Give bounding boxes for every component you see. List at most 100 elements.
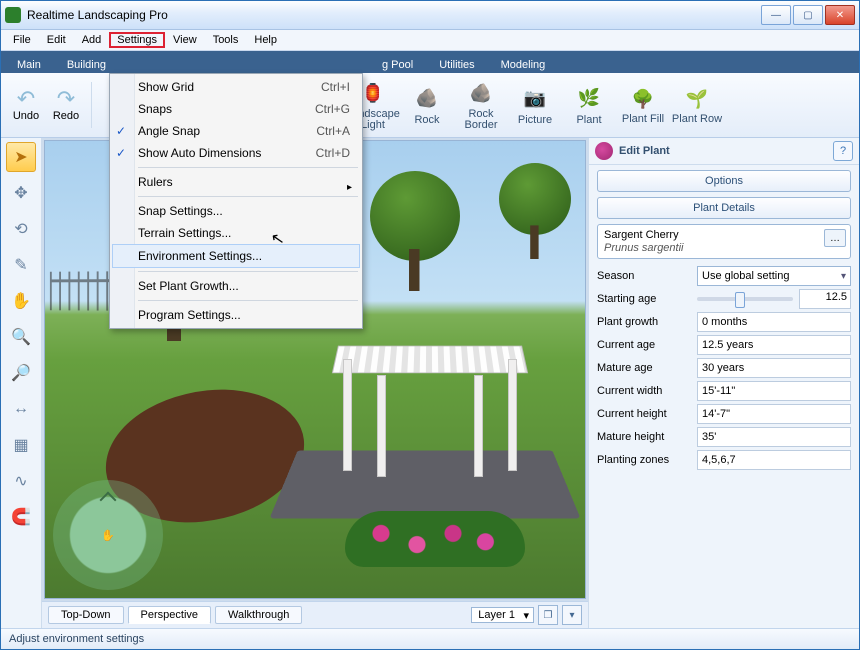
navigation-compass[interactable]: ✋ bbox=[53, 480, 163, 590]
menu-help[interactable]: Help bbox=[246, 32, 285, 48]
maximize-button[interactable]: ▢ bbox=[793, 5, 823, 25]
field-current-age: 12.5 years bbox=[697, 335, 851, 355]
plant-common-name: Sargent Cherry bbox=[604, 229, 844, 241]
field-starting-age: 12.5 bbox=[697, 289, 851, 309]
field-current-width: 15'-11" bbox=[697, 381, 851, 401]
tool-dimension[interactable]: ↔ bbox=[6, 394, 36, 424]
menu-edit[interactable]: Edit bbox=[39, 32, 74, 48]
window-title: Realtime Landscaping Pro bbox=[27, 8, 759, 22]
menu-tools[interactable]: Tools bbox=[205, 32, 247, 48]
tab-building[interactable]: Building bbox=[55, 57, 118, 73]
app-window: Realtime Landscaping Pro — ▢ ✕ File Edit… bbox=[0, 0, 860, 650]
menu-file[interactable]: File bbox=[5, 32, 39, 48]
tool-orbit[interactable]: 🔎 bbox=[6, 358, 36, 388]
view-walkthrough[interactable]: Walkthrough bbox=[215, 606, 302, 624]
category-tabs: Main Building g Pool Utilities Modeling bbox=[1, 51, 859, 73]
ribbon-picture[interactable]: 📷Picture bbox=[508, 78, 562, 132]
tool-move[interactable]: ✥ bbox=[6, 178, 36, 208]
layer-dropdown-button[interactable]: ▾ bbox=[562, 605, 582, 625]
tab-main[interactable]: Main bbox=[5, 57, 53, 73]
field-mature-height[interactable]: 35' bbox=[697, 427, 851, 447]
rock-icon: 🪨 bbox=[413, 85, 441, 113]
title-bar: Realtime Landscaping Pro — ▢ ✕ bbox=[1, 1, 859, 30]
menu-item-angle-snap[interactable]: ✓Angle SnapCtrl+A bbox=[112, 120, 360, 142]
lamp-icon: 🏮 bbox=[359, 80, 387, 108]
view-top-down[interactable]: Top-Down bbox=[48, 606, 124, 624]
label-current-age: Current age bbox=[597, 339, 693, 351]
field-plant-growth[interactable]: 0 months bbox=[697, 312, 851, 332]
label-planting-zones: Planting zones bbox=[597, 454, 693, 466]
tool-rotate[interactable]: ⟲ bbox=[6, 214, 36, 244]
label-current-height: Current height bbox=[597, 408, 693, 420]
panel-title: Edit Plant bbox=[619, 145, 670, 157]
tool-pan[interactable]: ✋ bbox=[6, 286, 36, 316]
window-controls: — ▢ ✕ bbox=[759, 5, 855, 25]
menu-item-snap-settings[interactable]: Snap Settings... bbox=[112, 200, 360, 222]
panel-help-button[interactable]: ? bbox=[833, 141, 853, 161]
ribbon-plant[interactable]: 🌿Plant bbox=[562, 78, 616, 132]
starting-age-value[interactable]: 12.5 bbox=[799, 289, 851, 309]
plant-properties: Season Use global setting Starting age 1… bbox=[597, 266, 851, 470]
plant-name-box: Sargent Cherry Prunus sargentii … bbox=[597, 224, 851, 259]
starting-age-slider[interactable] bbox=[697, 297, 793, 301]
menu-item-environment-settings[interactable]: Environment Settings... bbox=[112, 244, 360, 268]
app-icon bbox=[5, 7, 21, 23]
field-mature-age[interactable]: 30 years bbox=[697, 358, 851, 378]
settings-menu-dropdown: Show GridCtrl+ISnapsCtrl+G✓Angle SnapCtr… bbox=[109, 73, 363, 329]
menu-add[interactable]: Add bbox=[74, 32, 110, 48]
menu-bar: File Edit Add Settings View Tools Help bbox=[1, 30, 859, 51]
menu-item-terrain-settings[interactable]: Terrain Settings... bbox=[112, 222, 360, 244]
menu-item-snaps[interactable]: SnapsCtrl+G bbox=[112, 98, 360, 120]
plant-icon: 🌿 bbox=[575, 85, 603, 113]
layer-manage-button[interactable]: ❐ bbox=[538, 605, 558, 625]
menu-settings[interactable]: Settings bbox=[109, 32, 165, 48]
tab-utilities[interactable]: Utilities bbox=[427, 57, 486, 73]
layer-select[interactable]: Layer 1 ▾ bbox=[471, 607, 534, 623]
ribbon-plant-fill[interactable]: 🌳Plant Fill bbox=[616, 78, 670, 132]
view-perspective[interactable]: Perspective bbox=[128, 606, 211, 624]
ribbon-rock-border[interactable]: 🪨Rock Border bbox=[454, 78, 508, 132]
label-starting-age: Starting age bbox=[597, 293, 693, 305]
options-button[interactable]: Options bbox=[597, 170, 851, 192]
menu-item-program-settings[interactable]: Program Settings... bbox=[112, 304, 360, 326]
scene-tree bbox=[499, 163, 571, 259]
redo-button[interactable]: ↷ Redo bbox=[47, 80, 85, 130]
label-season: Season bbox=[597, 270, 693, 282]
tool-magnet[interactable]: 🧲 bbox=[6, 502, 36, 532]
plant-fill-icon: 🌳 bbox=[629, 85, 657, 113]
label-mature-age: Mature age bbox=[597, 362, 693, 374]
plant-details-button[interactable]: Plant Details bbox=[597, 197, 851, 219]
plant-row-icon: 🌱 bbox=[683, 85, 711, 113]
label-mature-height: Mature height bbox=[597, 431, 693, 443]
label-current-width: Current width bbox=[597, 385, 693, 397]
tab-modeling[interactable]: Modeling bbox=[489, 57, 558, 73]
tool-curve[interactable]: ✎ bbox=[6, 250, 36, 280]
rock-border-icon: 🪨 bbox=[467, 80, 495, 108]
tool-zoom[interactable]: 🔍 bbox=[6, 322, 36, 352]
status-text: Adjust environment settings bbox=[9, 633, 144, 645]
browse-plant-button[interactable]: … bbox=[824, 229, 846, 247]
undo-button[interactable]: ↶ Undo bbox=[7, 80, 45, 130]
field-season[interactable]: Use global setting bbox=[697, 266, 851, 286]
menu-item-show-auto-dimensions[interactable]: ✓Show Auto DimensionsCtrl+D bbox=[112, 142, 360, 164]
minimize-button[interactable]: — bbox=[761, 5, 791, 25]
menu-view[interactable]: View bbox=[165, 32, 205, 48]
menu-item-rulers[interactable]: Rulers bbox=[112, 171, 360, 193]
tool-select[interactable]: ➤ bbox=[6, 142, 36, 172]
menu-item-set-plant-growth[interactable]: Set Plant Growth... bbox=[112, 275, 360, 297]
properties-panel: Edit Plant ? Options Plant Details Sarge… bbox=[588, 138, 859, 628]
tool-grid[interactable]: ▦ bbox=[6, 430, 36, 460]
tab-pool[interactable]: g Pool bbox=[370, 57, 425, 73]
plant-panel-icon bbox=[595, 142, 613, 160]
close-button[interactable]: ✕ bbox=[825, 5, 855, 25]
undo-icon: ↶ bbox=[17, 88, 35, 110]
menu-item-show-grid[interactable]: Show GridCtrl+I bbox=[112, 76, 360, 98]
ribbon-plant-row[interactable]: 🌱Plant Row bbox=[670, 78, 724, 132]
view-mode-bar: Top-Down Perspective Walkthrough Layer 1… bbox=[42, 601, 588, 628]
field-planting-zones: 4,5,6,7 bbox=[697, 450, 851, 470]
label-plant-growth: Plant growth bbox=[597, 316, 693, 328]
ribbon-rock[interactable]: 🪨Rock bbox=[400, 78, 454, 132]
tool-snap[interactable]: ∿ bbox=[6, 466, 36, 496]
redo-icon: ↷ bbox=[57, 88, 75, 110]
scene-flowers bbox=[345, 511, 525, 567]
